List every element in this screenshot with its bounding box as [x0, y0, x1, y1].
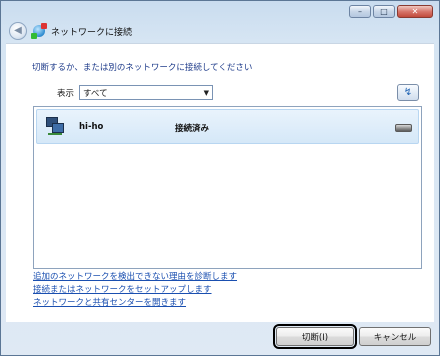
network-center-link[interactable]: ネットワークと共有センターを開きます [33, 297, 237, 310]
refresh-button[interactable]: ↯ [397, 84, 419, 101]
filter-value: すべて [83, 88, 108, 99]
window-title: ネットワークに接続 [51, 27, 133, 38]
network-name: hi-ho [79, 122, 104, 132]
filter-label: 表示 [57, 88, 75, 99]
network-list[interactable]: hi-ho 接続済み [33, 106, 422, 269]
disconnect-button[interactable]: 切断(I) [273, 324, 357, 349]
minimize-button[interactable]: – [349, 5, 371, 18]
diagnose-link[interactable]: 追加のネットワークを検出できない理由を診断します [33, 271, 237, 284]
close-button[interactable]: ✕ [397, 5, 433, 18]
refresh-icon: ↯ [403, 86, 413, 98]
window-controls: – □ ✕ [349, 5, 433, 18]
filter-select[interactable]: すべて ▼ [79, 85, 214, 100]
content-panel: 切断するか、または別のネットワークに接続してください 表示 すべて ▼ ↯ hi… [6, 43, 434, 322]
network-connect-icon [31, 23, 47, 39]
network-item-hi-ho[interactable]: hi-ho 接続済み [36, 109, 419, 144]
setup-connection-link[interactable]: 接続またはネットワークをセットアップします [33, 284, 237, 297]
header-row: ◀ ネットワークに接続 [9, 21, 132, 41]
dialog-window: – □ ✕ ◀ ネットワークに接続 切断するか、または別のネットワークに接続して… [0, 0, 440, 356]
dialup-network-icon [45, 117, 65, 137]
instruction-text: 切断するか、または別のネットワークに接続してください [32, 63, 253, 73]
chevron-down-icon: ▼ [203, 88, 210, 97]
back-arrow-icon[interactable]: ◀ [9, 22, 27, 40]
maximize-button[interactable]: □ [373, 5, 395, 18]
cancel-button[interactable]: キャンセル [359, 327, 431, 346]
network-status: 接続済み [175, 124, 210, 134]
filter-row: 表示 すべて ▼ [57, 85, 214, 100]
modem-icon [395, 124, 412, 132]
task-links: 追加のネットワークを検出できない理由を診断します 接続またはネットワークをセット… [33, 271, 237, 310]
